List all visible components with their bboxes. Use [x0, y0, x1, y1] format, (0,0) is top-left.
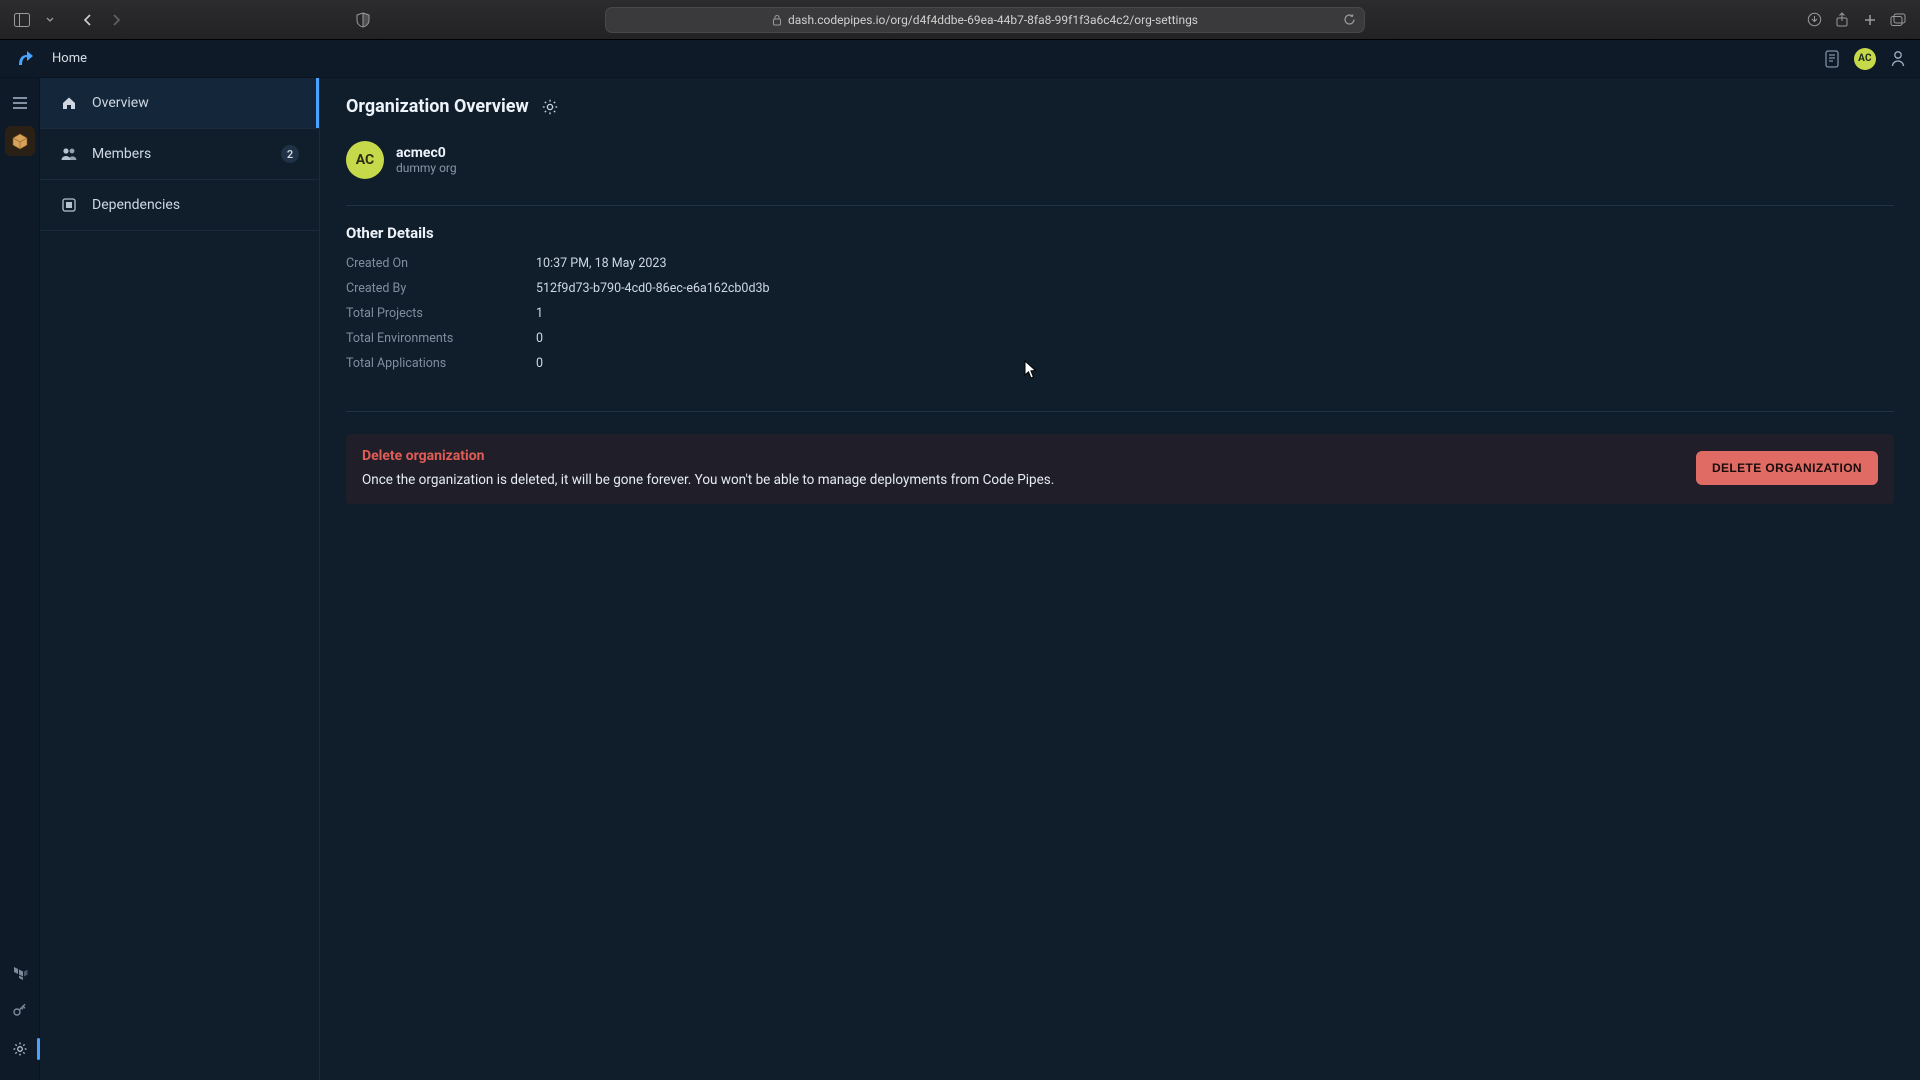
detail-value: 10:37 PM, 18 May 2023 [536, 256, 1894, 271]
members-count-badge: 2 [281, 145, 299, 163]
dependencies-icon [60, 196, 78, 214]
breadcrumb-home[interactable]: Home [52, 51, 87, 66]
detail-label: Total Applications [346, 356, 536, 371]
rail-settings-icon[interactable] [5, 1034, 35, 1064]
lock-icon [772, 14, 782, 26]
users-icon [60, 145, 78, 163]
detail-value: 0 [536, 356, 1894, 371]
org-subtitle: dummy org [396, 161, 457, 175]
divider [346, 205, 1894, 206]
delete-organization-button[interactable]: DELETE ORGANIZATION [1696, 451, 1878, 485]
detail-label: Total Environments [346, 331, 536, 346]
privacy-shield-icon[interactable] [351, 8, 375, 32]
address-bar-text: dash.codepipes.io/org/d4f4ddbe-69ea-44b7… [788, 13, 1198, 27]
rail-project-icon[interactable] [5, 126, 35, 156]
app-header: Home AC [0, 40, 1920, 78]
sidebar-item-label: Members [92, 146, 267, 162]
org-identity: AC acmec0 dummy org [346, 141, 1894, 179]
tabs-icon[interactable] [1886, 8, 1910, 32]
address-bar[interactable]: dash.codepipes.io/org/d4f4ddbe-69ea-44b7… [605, 7, 1365, 33]
user-menu-icon[interactable] [1890, 50, 1906, 68]
app-logo-icon[interactable] [14, 48, 36, 70]
reload-icon[interactable] [1343, 13, 1356, 26]
page-title: Organization Overview [346, 96, 529, 117]
other-details-heading: Other Details [346, 224, 1894, 242]
danger-zone: Delete organization Once the organizatio… [346, 411, 1894, 504]
sidebar: Overview Members 2 Dependencies [40, 78, 320, 1080]
detail-value: 1 [536, 306, 1894, 321]
detail-label: Created On [346, 256, 536, 271]
rail-key-icon[interactable] [5, 996, 35, 1026]
detail-value: 0 [536, 331, 1894, 346]
detail-value: 512f9d73-b790-4cd0-86ec-e6a162cb0d3b [536, 281, 1894, 296]
sidebar-item-dependencies[interactable]: Dependencies [40, 180, 319, 231]
nav-back-button[interactable] [76, 8, 100, 32]
detail-label: Created By [346, 281, 536, 296]
new-tab-icon[interactable] [1858, 8, 1882, 32]
user-avatar[interactable]: AC [1854, 48, 1876, 70]
danger-description: Once the organization is deleted, it wil… [362, 472, 1676, 488]
docs-icon[interactable] [1824, 50, 1840, 68]
main-content: Organization Overview AC acmec0 dummy or… [320, 78, 1920, 1080]
org-name: acmec0 [396, 145, 457, 161]
rail-terraform-icon[interactable] [5, 958, 35, 988]
detail-label: Total Projects [346, 306, 536, 321]
sidebar-item-label: Overview [92, 95, 299, 111]
nav-forward-button[interactable] [104, 8, 128, 32]
sidebar-item-members[interactable]: Members 2 [40, 129, 319, 180]
download-icon[interactable] [1802, 8, 1826, 32]
sidebar-item-overview[interactable]: Overview [40, 78, 319, 129]
sidebar-toggle-icon[interactable] [10, 8, 34, 32]
rail-hamburger-icon[interactable] [5, 88, 35, 118]
browser-chrome: dash.codepipes.io/org/d4f4ddbe-69ea-44b7… [0, 0, 1920, 40]
gear-icon[interactable] [541, 98, 559, 116]
org-avatar: AC [346, 141, 384, 179]
chevron-down-icon[interactable] [38, 8, 62, 32]
sidebar-item-label: Dependencies [92, 197, 299, 213]
icon-rail [0, 78, 40, 1080]
home-icon [60, 94, 78, 112]
share-icon[interactable] [1830, 8, 1854, 32]
details-grid: Created On 10:37 PM, 18 May 2023 Created… [346, 256, 1894, 371]
danger-title: Delete organization [362, 448, 1676, 464]
